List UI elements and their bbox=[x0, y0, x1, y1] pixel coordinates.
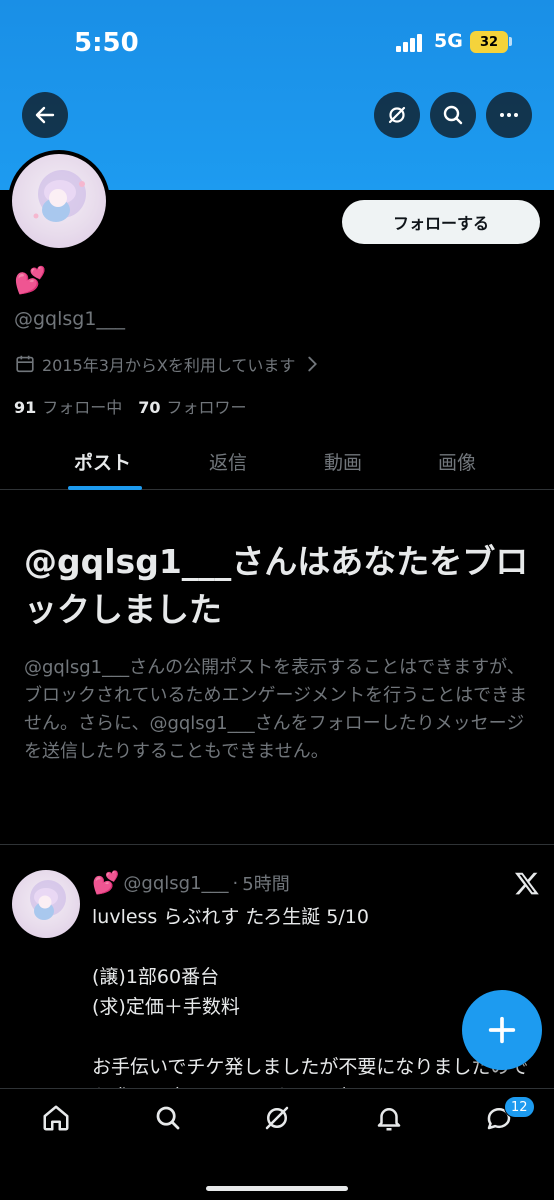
x-logo-icon bbox=[514, 872, 539, 895]
character-illustration-icon bbox=[30, 880, 66, 920]
following-count: 91 bbox=[14, 398, 37, 417]
arrow-left-icon bbox=[35, 106, 55, 124]
calendar-icon bbox=[16, 355, 34, 373]
battery-level: 32 bbox=[479, 34, 499, 50]
search-button[interactable] bbox=[430, 92, 476, 138]
profile-handle: @gqlsg1___ bbox=[14, 308, 125, 330]
profile-avatar[interactable] bbox=[8, 150, 110, 252]
divider bbox=[0, 844, 554, 845]
compose-button[interactable] bbox=[462, 990, 542, 1070]
post-time[interactable]: 5時間 bbox=[242, 870, 289, 896]
nav-grok[interactable] bbox=[262, 1103, 292, 1133]
tab-replies[interactable]: 返信 bbox=[209, 448, 247, 475]
blocked-description: @gqlsg1___さんの公開ポストを表示することはできますが、ブロックされてい… bbox=[24, 657, 528, 762]
grok-icon bbox=[388, 106, 406, 124]
following-label: フォロー中 bbox=[42, 398, 123, 417]
home-icon bbox=[43, 1105, 69, 1131]
search-icon bbox=[443, 105, 463, 125]
follow-stats: 91 フォロー中 70 フォロワー bbox=[14, 394, 247, 418]
follow-button[interactable]: フォローする bbox=[342, 200, 540, 244]
active-tab-indicator bbox=[68, 486, 142, 490]
bottom-navigation bbox=[0, 1088, 554, 1200]
followers-link[interactable]: 70 フォロワー bbox=[138, 394, 246, 418]
nav-home[interactable] bbox=[41, 1103, 71, 1133]
post-author-name[interactable]: 💕 bbox=[92, 871, 119, 896]
back-button[interactable] bbox=[22, 92, 68, 138]
profile-tabs: ポスト 返信 動画 画像 bbox=[0, 430, 554, 490]
more-button[interactable] bbox=[486, 92, 532, 138]
bell-icon bbox=[377, 1108, 401, 1131]
tab-posts[interactable]: ポスト bbox=[74, 448, 131, 475]
blocked-title: @gqlsg1___さんはあなたをブロックしました bbox=[24, 542, 529, 629]
messages-badge: 12 bbox=[504, 1096, 535, 1118]
tab-videos[interactable]: 動画 bbox=[324, 448, 362, 475]
post-separator: · bbox=[232, 872, 239, 894]
nav-notifications[interactable] bbox=[374, 1103, 404, 1133]
display-name: 💕 bbox=[14, 266, 47, 296]
avatar-image bbox=[12, 154, 106, 248]
nav-search[interactable] bbox=[153, 1103, 183, 1133]
status-bar: 5:50 5G 32 bbox=[0, 0, 554, 90]
post-author-handle[interactable]: @gqlsg1___ bbox=[123, 873, 228, 894]
more-icon bbox=[500, 113, 518, 117]
following-link[interactable]: 91 フォロー中 bbox=[14, 394, 122, 418]
home-indicator bbox=[206, 1186, 348, 1191]
battery-tip bbox=[509, 37, 512, 46]
grok-button[interactable] bbox=[374, 92, 420, 138]
followers-count: 70 bbox=[138, 398, 161, 417]
post-header: 💕 @gqlsg1___ · 5時間 bbox=[92, 870, 290, 896]
post-avatar[interactable] bbox=[12, 870, 80, 938]
character-illustration-icon bbox=[33, 170, 86, 222]
status-time: 5:50 bbox=[74, 28, 139, 58]
search-icon bbox=[156, 1106, 180, 1130]
plus-icon bbox=[488, 1016, 516, 1044]
tab-images[interactable]: 画像 bbox=[438, 448, 476, 475]
chevron-right-icon bbox=[308, 356, 318, 372]
battery-icon: 32 bbox=[470, 31, 508, 53]
joined-date-row[interactable]: 2015年3月からXを利用しています bbox=[14, 352, 323, 376]
grok-icon bbox=[265, 1106, 289, 1130]
joined-date-text: 2015年3月からXを利用しています bbox=[42, 356, 296, 375]
signal-icon bbox=[396, 34, 424, 52]
followers-label: フォロワー bbox=[166, 398, 247, 417]
network-label: 5G bbox=[434, 30, 463, 52]
